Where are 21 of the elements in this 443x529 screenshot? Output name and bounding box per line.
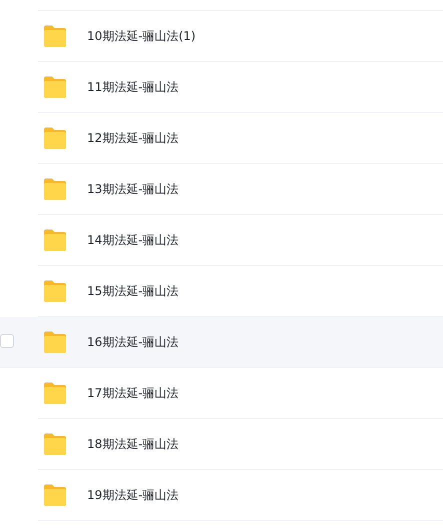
folder-icon <box>42 330 68 354</box>
folder-icon <box>42 75 68 99</box>
folder-name[interactable]: 10期法延-骊山法(1) <box>87 28 196 44</box>
folder-icon <box>42 24 68 48</box>
folder-icon <box>42 177 68 201</box>
checkbox[interactable] <box>0 334 14 348</box>
folder-name[interactable]: 19期法延-骊山法 <box>87 486 179 504</box>
folder-icon <box>42 228 68 252</box>
folder-name[interactable]: 17期法延-骊山法 <box>87 384 179 402</box>
folder-icon <box>42 381 68 405</box>
folder-name[interactable]: 14期法延-骊山法 <box>87 232 179 248</box>
folder-icon <box>42 126 68 150</box>
folder-name[interactable]: 12期法延-骊山法 <box>87 130 179 146</box>
folder-name[interactable]: 16期法延-骊山法 <box>87 334 179 350</box>
folder-name[interactable]: 15期法延-骊山法 <box>87 282 179 300</box>
folder-icon <box>42 279 68 303</box>
folder-icon <box>42 432 68 456</box>
folder-name[interactable]: 11期法延-骊山法 <box>87 78 179 96</box>
folder-name[interactable]: 18期法延-骊山法 <box>87 436 179 452</box>
folder-icon <box>42 483 68 507</box>
folder-name[interactable]: 13期法延-骊山法 <box>87 180 179 198</box>
